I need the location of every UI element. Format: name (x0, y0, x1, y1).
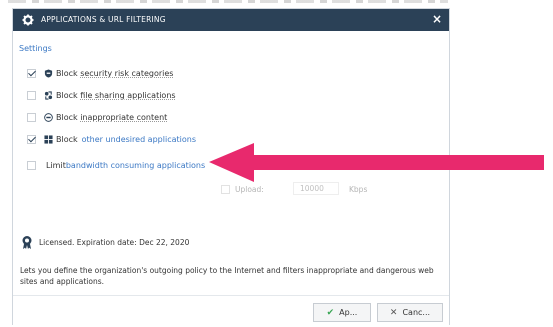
settings-link[interactable]: Settings (19, 44, 52, 53)
upload-limit-row: Upload: Kbps (221, 182, 367, 195)
other-undesired-prefix: Block (56, 134, 78, 144)
option-bandwidth: Limit bandwidth consuming applications (27, 159, 205, 171)
shield-icon (44, 68, 53, 78)
file-sharing-checkbox[interactable] (27, 90, 36, 100)
windows-apps-icon (44, 134, 53, 144)
license-info: Licensed. Expiration date: Dec 22, 2020 (21, 235, 189, 250)
security-risk-label: Block security risk categories (56, 68, 174, 78)
license-text: Licensed. Expiration date: Dec 22, 2020 (39, 238, 190, 247)
option-other-undesired: Block other undesired applications (27, 133, 196, 145)
gear-icon (22, 14, 34, 26)
option-file-sharing: Block file sharing applications (27, 89, 176, 101)
dialog-title: APPLICATIONS & URL FILTERING (41, 15, 166, 24)
upload-kbps-input[interactable] (293, 182, 339, 195)
file-sharing-icon (44, 90, 53, 100)
feature-description: Lets you define the organization's outgo… (20, 266, 434, 286)
security-risk-checkbox[interactable] (27, 68, 36, 78)
cancel-button[interactable]: ✕ Canc... (377, 303, 443, 322)
option-security-risk: Block security risk categories (27, 67, 173, 79)
applications-url-filtering-dialog: APPLICATIONS & URL FILTERING × Settings … (12, 8, 450, 327)
close-x-icon: ✕ (389, 307, 398, 318)
upload-checkbox[interactable] (221, 185, 230, 194)
checkmark-icon: ✔ (326, 307, 335, 318)
other-undesired-apps-link[interactable]: other undesired applications (82, 135, 196, 144)
apply-button[interactable]: ✔ Ap... (313, 303, 371, 322)
file-sharing-label: Block file sharing applications (56, 90, 176, 100)
inappropriate-label: Block inappropriate content (56, 112, 168, 122)
dialog-titlebar: APPLICATIONS & URL FILTERING × (13, 9, 449, 31)
inappropriate-checkbox[interactable] (27, 112, 36, 122)
dialog-footer: ✔ Ap... ✕ Canc... (13, 295, 449, 327)
18plus-icon (44, 112, 53, 122)
other-undesired-checkbox[interactable] (27, 134, 36, 144)
upload-label: Upload: (235, 185, 264, 194)
cancel-button-label: Canc... (402, 308, 431, 317)
option-inappropriate: Block inappropriate content (27, 111, 167, 123)
bandwidth-checkbox[interactable] (27, 160, 36, 170)
background-window-strip (0, 0, 553, 8)
close-icon[interactable]: × (432, 12, 442, 26)
apply-button-label: Ap... (339, 308, 358, 317)
bandwidth-prefix: Limit (46, 160, 66, 170)
bandwidth-apps-link[interactable]: bandwidth consuming applications (66, 161, 205, 170)
license-badge-icon (22, 236, 32, 249)
upload-unit-label: Kbps (349, 185, 368, 194)
